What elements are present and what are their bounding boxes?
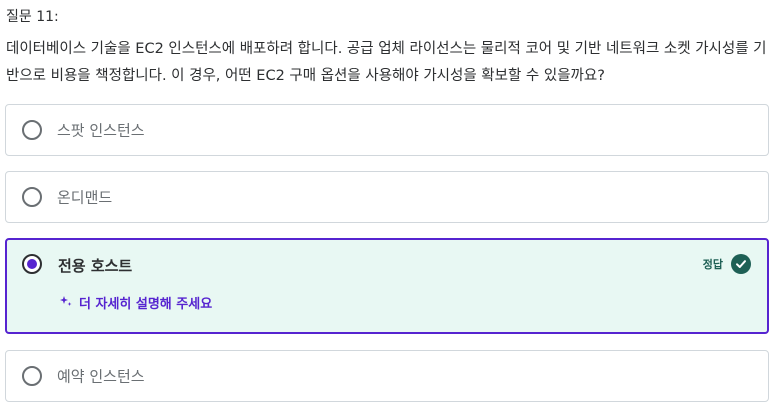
radio-button-selected[interactable] — [22, 254, 42, 274]
answer-label: 전용 호스트 — [58, 257, 133, 275]
sparkle-icon — [59, 294, 73, 312]
answer-label: 예약 인스턴스 — [57, 367, 145, 386]
radio-button[interactable] — [22, 366, 42, 386]
question-text: 데이터베이스 기술을 EC2 인스턴스에 배포하려 합니다. 공급 업체 라이선… — [6, 41, 767, 84]
radio-button[interactable] — [22, 120, 42, 140]
answer-label: 온디맨드 — [57, 188, 113, 207]
answer-option-4[interactable]: 예약 인스턴스 — [5, 350, 769, 402]
question-number: 질문 11: — [6, 9, 59, 25]
correct-badge-label: 정답 — [702, 258, 723, 271]
answer-option-3[interactable]: 전용 호스트 정답 더 자세히 설명해 주세요 — [5, 238, 769, 334]
answer-label: 스팟 인스턴스 — [57, 121, 145, 140]
correct-badge: 정답 — [703, 254, 751, 274]
radio-button[interactable] — [22, 187, 42, 207]
check-circle-icon — [731, 254, 751, 274]
explain-more-label: 더 자세히 설명해 주세요 — [79, 297, 213, 312]
answer-option-1[interactable]: 스팟 인스턴스 — [5, 104, 769, 156]
explain-more-link[interactable]: 더 자세히 설명해 주세요 — [59, 293, 212, 312]
quiz-page: 질문 11: 데이터베이스 기술을 EC2 인스턴스에 배포하려 합니다. 공급… — [0, 0, 777, 410]
answer-option-2[interactable]: 온디맨드 — [5, 171, 769, 223]
